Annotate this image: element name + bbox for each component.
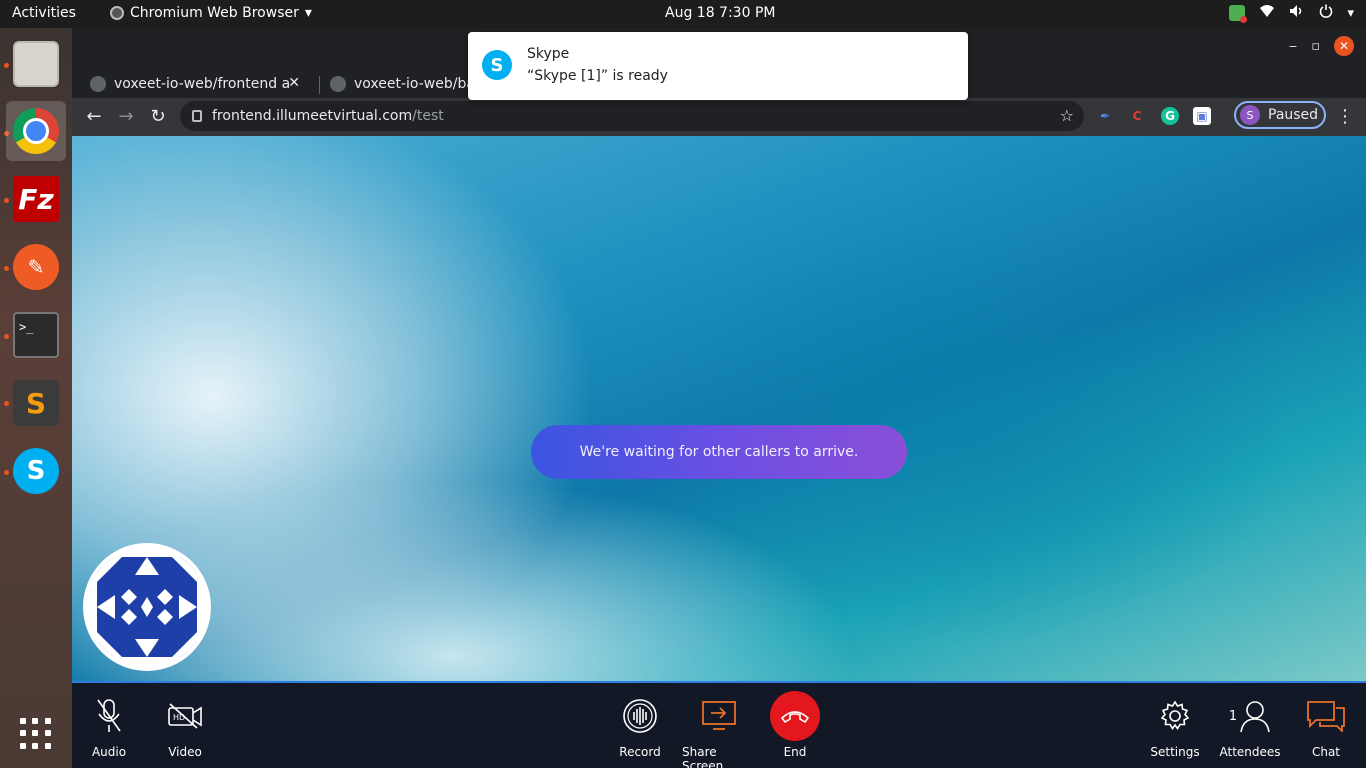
activities-button[interactable]: Activities bbox=[12, 5, 76, 21]
show-applications-icon[interactable] bbox=[20, 718, 52, 750]
app-menu-label: Chromium Web Browser bbox=[130, 5, 299, 21]
person-icon bbox=[1240, 701, 1270, 733]
lock-icon[interactable] bbox=[192, 110, 202, 122]
volume-icon bbox=[1289, 4, 1305, 22]
waiting-message: We're waiting for other callers to arriv… bbox=[531, 425, 907, 479]
tab-title: voxeet-io-web/frontend a bbox=[114, 76, 291, 92]
maximize-button[interactable]: ▫ bbox=[1311, 39, 1320, 54]
system-top-bar: Activities Chromium Web Browser ▾ Aug 18… bbox=[0, 0, 1366, 28]
chromium-small-icon bbox=[110, 6, 124, 20]
attendees-icon-wrap: 1 bbox=[1229, 693, 1271, 739]
profile-avatar: S bbox=[1240, 105, 1260, 125]
end-call-button[interactable]: End bbox=[770, 691, 820, 759]
close-tab-icon[interactable]: ✕ bbox=[288, 75, 300, 91]
files-icon bbox=[13, 41, 59, 87]
software-update-icon[interactable] bbox=[1229, 5, 1248, 23]
attendees-button[interactable]: 1 Attendees bbox=[1219, 693, 1281, 759]
notification-body: “Skype [1]” is ready bbox=[527, 68, 668, 84]
call-video-area: We're waiting for other callers to arriv… bbox=[72, 136, 1366, 681]
video-off-icon: HD bbox=[167, 693, 203, 739]
forward-icon[interactable]: → bbox=[115, 106, 137, 127]
audio-label: Audio bbox=[91, 745, 127, 759]
share-screen-icon bbox=[701, 693, 737, 739]
app-menu[interactable]: Chromium Web Browser ▾ bbox=[110, 5, 312, 21]
skype-icon: S bbox=[482, 50, 512, 80]
dock-item-terminal[interactable]: >_ bbox=[6, 305, 66, 365]
filezilla-icon: Fz bbox=[13, 176, 59, 222]
notification-title: Skype bbox=[527, 46, 570, 62]
call-controls-bar: Audio HD Video Record Share Screen End S… bbox=[72, 681, 1366, 768]
record-icon bbox=[622, 693, 658, 739]
chromium-window: ‒ ▫ ✕ voxeet-io-web/frontend a ✕ voxeet-… bbox=[72, 28, 1366, 768]
grammarly-extension-icon[interactable]: G bbox=[1161, 107, 1179, 125]
browser-menu-icon[interactable]: ⋮ bbox=[1336, 106, 1354, 127]
terminal-icon: >_ bbox=[13, 312, 59, 358]
skype-icon: S bbox=[13, 448, 59, 494]
dock-item-postman[interactable]: ✎ bbox=[6, 237, 66, 297]
chat-button[interactable]: Chat bbox=[1306, 693, 1346, 759]
dock-item-files[interactable] bbox=[6, 34, 66, 94]
github-icon bbox=[330, 76, 346, 92]
attendees-label: Attendees bbox=[1219, 745, 1281, 759]
share-screen-button[interactable]: Share Screen bbox=[682, 693, 756, 768]
tab-frontend[interactable]: voxeet-io-web/frontend a ✕ bbox=[72, 68, 310, 100]
browser-toolbar: ← → ↻ frontend.illumeetvirtual.com/test … bbox=[72, 98, 1366, 136]
dock-item-skype[interactable]: S bbox=[6, 441, 66, 501]
attendees-count: 1 bbox=[1228, 708, 1238, 724]
minimize-button[interactable]: ‒ bbox=[1289, 39, 1297, 54]
url-host: frontend.illumeetvirtual.com bbox=[212, 108, 413, 124]
record-button[interactable]: Record bbox=[618, 693, 662, 759]
clock[interactable]: Aug 18 7:30 PM bbox=[665, 5, 775, 21]
postman-icon: ✎ bbox=[13, 244, 59, 290]
dock-item-filezilla[interactable]: Fz bbox=[6, 169, 66, 229]
chromium-icon bbox=[13, 108, 59, 154]
power-icon bbox=[1319, 4, 1333, 22]
chevron-down-icon: ▾ bbox=[304, 5, 312, 21]
url-path: /test bbox=[412, 108, 444, 124]
gear-icon bbox=[1158, 693, 1192, 739]
chat-label: Chat bbox=[1311, 745, 1341, 759]
pen-extension-icon[interactable]: ✒ bbox=[1096, 107, 1114, 125]
reload-icon[interactable]: ↻ bbox=[147, 106, 169, 127]
hang-up-icon bbox=[770, 691, 820, 741]
window-controls: ‒ ▫ ✕ bbox=[1289, 36, 1354, 56]
microphone-off-icon bbox=[95, 693, 123, 739]
end-label: End bbox=[783, 745, 807, 759]
sublime-text-icon: S bbox=[13, 380, 59, 426]
share-screen-label: Share Screen bbox=[682, 745, 724, 768]
record-label: Record bbox=[619, 745, 661, 759]
settings-button[interactable]: Settings bbox=[1150, 693, 1200, 759]
screen-extension-icon[interactable]: ▣ bbox=[1193, 107, 1211, 125]
profile-button[interactable]: S Paused bbox=[1234, 101, 1326, 129]
tab-title: voxeet-io-web/ba bbox=[354, 76, 475, 92]
wifi-icon bbox=[1259, 4, 1275, 22]
chevron-down-icon: ▾ bbox=[1347, 5, 1354, 21]
identicon-icon bbox=[87, 547, 207, 667]
dock-item-chromium[interactable] bbox=[6, 101, 66, 161]
svg-text:HD: HD bbox=[173, 713, 185, 722]
self-avatar bbox=[83, 543, 211, 671]
video-button[interactable]: HD Video bbox=[168, 693, 202, 759]
audio-button[interactable]: Audio bbox=[92, 693, 126, 759]
bookmark-star-icon[interactable]: ☆ bbox=[1060, 106, 1074, 125]
dock-item-sublime-text[interactable]: S bbox=[6, 373, 66, 433]
dock: Fz ✎ >_ S S bbox=[0, 28, 72, 768]
url-text: frontend.illumeetvirtual.com/test bbox=[212, 108, 444, 124]
close-window-button[interactable]: ✕ bbox=[1334, 36, 1354, 56]
profile-status: Paused bbox=[1268, 107, 1319, 123]
end-call-icon-wrap bbox=[770, 691, 820, 741]
github-icon bbox=[90, 76, 106, 92]
address-bar[interactable]: frontend.illumeetvirtual.com/test ☆ bbox=[180, 101, 1084, 131]
back-icon[interactable]: ← bbox=[83, 106, 105, 127]
skype-notification[interactable]: S Skype “Skype [1]” is ready bbox=[468, 32, 968, 100]
settings-label: Settings bbox=[1150, 745, 1200, 759]
chat-icon bbox=[1306, 693, 1346, 739]
system-tray[interactable]: ▾ bbox=[1229, 4, 1354, 23]
video-label: Video bbox=[168, 745, 202, 759]
c-extension-icon[interactable]: C bbox=[1128, 107, 1146, 125]
